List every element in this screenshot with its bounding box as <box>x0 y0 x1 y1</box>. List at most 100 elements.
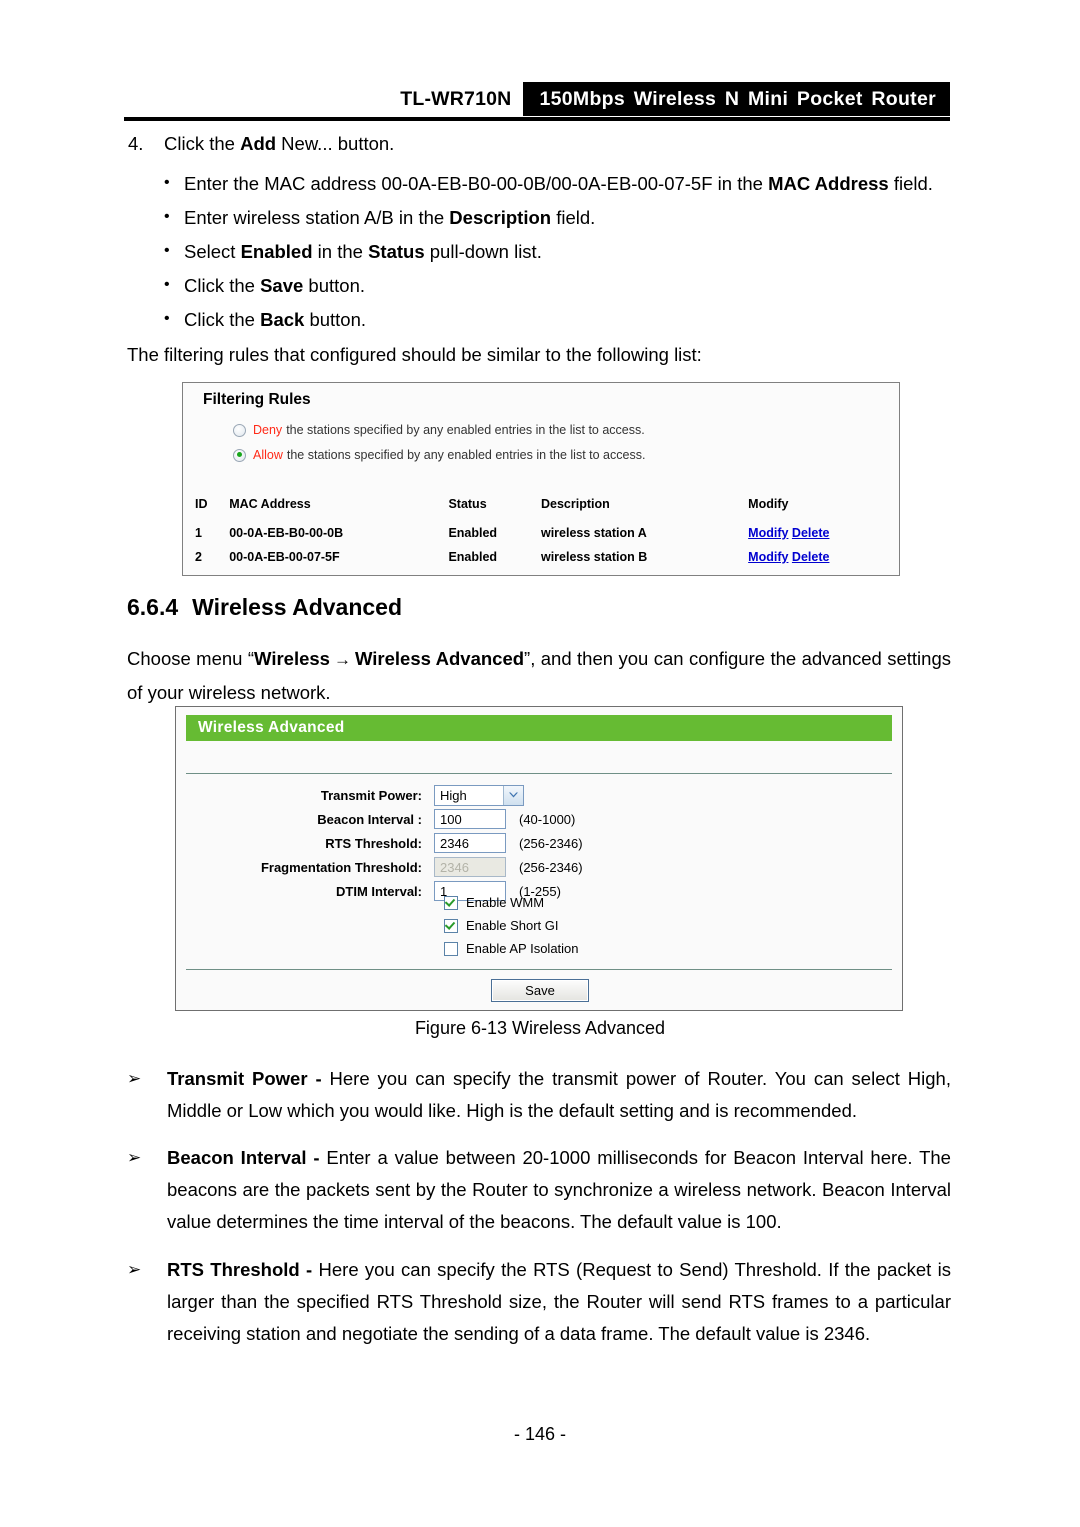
checkbox-enable-wmm-icon[interactable] <box>444 895 458 910</box>
bullet-item-save: Click the Save button. <box>162 273 952 297</box>
field-row-rts-threshold: RTS Threshold: 2346 (256-2346) <box>186 831 892 855</box>
choose-menu-1: Wireless <box>254 648 330 669</box>
document-header: TL-WR710N 150Mbps Wireless N Mini Pocket… <box>124 82 950 116</box>
bullet-3-bold: Save <box>260 275 304 296</box>
input-fragmentation-threshold: 2346 <box>434 857 506 877</box>
cell-id: 1 <box>195 526 202 540</box>
arrow-bullet-icon: ➢ <box>127 1148 142 1168</box>
arrow-bullet-icon: ➢ <box>127 1069 142 1089</box>
label-rts-threshold: RTS Threshold: <box>325 835 422 851</box>
step-number: 4. <box>128 133 144 154</box>
cell-description: wireless station A <box>540 526 647 540</box>
bullet-item-mac: Enter the MAC address 00-0A-EB-B0-00-0B/… <box>162 171 952 195</box>
bullet-2-pre: Select <box>184 241 241 262</box>
checkbox-enable-short-gi-icon[interactable] <box>444 918 458 933</box>
checkbox-enable-ap-isolation-icon[interactable] <box>444 941 458 956</box>
bullet-item-status: Select Enabled in the Status pull-down l… <box>162 239 952 263</box>
label-beacon-interval: Beacon Interval : <box>317 811 422 827</box>
bullet-2-bold: Enabled <box>240 241 313 262</box>
bullet-0-pre: Enter the MAC address <box>184 173 382 194</box>
step-text-before: Click the <box>164 133 241 154</box>
step-bold-add: Add <box>240 133 277 154</box>
modify-link[interactable]: Modify <box>748 526 788 540</box>
filter-rule-option-allow[interactable]: Allow the stations specified by any enab… <box>233 448 645 462</box>
bullet-1-bold: Description <box>449 207 552 228</box>
section-title: Wireless Advanced <box>192 594 403 620</box>
definition-term: Beacon Interval <box>167 1147 307 1168</box>
arrow-bullet-icon: ➢ <box>127 1260 142 1280</box>
col-header-modify: Modify <box>748 497 789 511</box>
cell-status: Enabled <box>448 526 498 540</box>
filtering-rules-panel: Filtering Rules Deny the stations specif… <box>182 382 900 576</box>
radio-deny-icon[interactable] <box>233 423 246 437</box>
cell-description: wireless station B <box>540 550 648 564</box>
bullet-4-pre: Click the <box>184 309 261 330</box>
bullet-list: Enter the MAC address 00-0A-EB-B0-00-0B/… <box>162 171 952 342</box>
filter-rule-keyword-deny: Deny <box>253 423 283 437</box>
col-header-id: ID <box>195 497 208 511</box>
definition-term: RTS Threshold <box>167 1259 300 1280</box>
label-transmit-power: Transmit Power: <box>320 787 422 803</box>
bullet-2-post2: pull-down list. <box>424 241 542 262</box>
definition-beacon-interval: ➢ Beacon Interval - Enter a value betwee… <box>127 1142 951 1238</box>
input-beacon-interval[interactable]: 100 <box>434 809 506 829</box>
choose-pre: Choose menu “ <box>127 648 255 669</box>
filter-rule-option-deny[interactable]: Deny the stations specified by any enabl… <box>233 423 645 437</box>
col-header-description: Description <box>540 497 610 511</box>
cell-status: Enabled <box>448 550 498 564</box>
page-footer: - 146 - <box>513 1424 567 1444</box>
cell-modify: Modify Delete <box>748 521 889 545</box>
table-header-row: ID MAC Address Status Description Modify <box>195 495 889 521</box>
checkbox-row-enable-short-gi[interactable]: Enable Short GI <box>444 914 579 937</box>
filter-rule-text-deny: the stations specified by any enabled en… <box>286 423 645 437</box>
hint-fragmentation-threshold: (256-2346) <box>519 859 583 875</box>
cell-mac: 00-0A-EB-00-07-5F <box>229 550 340 564</box>
select-transmit-power[interactable]: High <box>434 784 524 806</box>
field-row-fragmentation-threshold: Fragmentation Threshold: 2346 (256-2346) <box>186 855 892 879</box>
select-transmit-power-value: High <box>440 787 467 803</box>
section-heading: 6.6.4 Wireless Advanced <box>127 594 402 621</box>
bullet-3-pre: Click the <box>184 275 261 296</box>
hint-beacon-interval: (40-1000) <box>519 811 576 827</box>
wireless-advanced-form: Transmit Power: High Beacon Interval : 1… <box>186 783 892 903</box>
bullet-3-post: button. <box>303 275 366 296</box>
checkbox-row-enable-wmm[interactable]: Enable WMM <box>444 891 579 914</box>
label-fragmentation-threshold: Fragmentation Threshold: <box>260 859 422 875</box>
radio-allow-icon[interactable] <box>233 448 246 462</box>
definition-text: RTS Threshold - Here you can specify the… <box>127 1254 951 1350</box>
bullet-item-back: Click the Back button. <box>162 307 952 331</box>
wireless-advanced-checkboxes: Enable WMM Enable Short GI Enable AP Iso… <box>444 891 579 960</box>
filtering-rules-table: ID MAC Address Status Description Modify… <box>195 495 889 569</box>
delete-link[interactable]: Delete <box>792 526 830 540</box>
bullet-1-post: field. <box>551 207 596 228</box>
input-rts-threshold[interactable]: 2346 <box>434 833 506 853</box>
label-dtim-interval: DTIM Interval: <box>336 883 422 899</box>
save-button[interactable]: Save <box>491 979 589 1002</box>
modify-link[interactable]: Modify <box>748 550 788 564</box>
chevron-down-icon[interactable] <box>503 785 523 805</box>
hint-rts-threshold: (256-2346) <box>519 835 583 851</box>
definition-term: Transmit Power <box>167 1068 308 1089</box>
header-model-name: TL-WR710N <box>400 87 512 110</box>
bullet-0-mac-value: 00-0A-EB-B0-00-0B/00-0A-EB-00-07-5F <box>381 173 713 194</box>
checkbox-label-enable-wmm: Enable WMM <box>466 895 545 910</box>
panel-divider-bottom <box>186 969 892 970</box>
document-page: TL-WR710N 150Mbps Wireless N Mini Pocket… <box>0 0 1080 1527</box>
choose-menu-paragraph: Choose menu “Wireless → Wireless Advanced”… <box>127 642 951 709</box>
definition-dash: - <box>307 1068 330 1089</box>
definition-text: Beacon Interval - Enter a value between … <box>127 1142 951 1238</box>
arrow-right-icon: → <box>333 650 351 669</box>
wireless-advanced-panel-title: Wireless Advanced <box>186 715 892 741</box>
bullet-1-pre: Enter wireless station A/B in the <box>184 207 450 228</box>
bullet-0-post: field. <box>888 173 933 194</box>
intro-paragraph: The filtering rules that configured shou… <box>127 344 702 365</box>
figure-caption: Figure 6-13 Wireless Advanced <box>414 1018 666 1038</box>
definition-transmit-power: ➢ Transmit Power - Here you can specify … <box>127 1063 951 1127</box>
definition-rts-threshold: ➢ RTS Threshold - Here you can specify t… <box>127 1254 951 1350</box>
panel-divider-top <box>186 773 892 774</box>
section-number: 6.6.4 <box>127 594 179 620</box>
checkbox-row-enable-ap-isolation[interactable]: Enable AP Isolation <box>444 937 579 960</box>
save-button-wrapper: Save <box>176 979 904 1002</box>
delete-link[interactable]: Delete <box>792 550 830 564</box>
checkbox-label-enable-ap-isolation: Enable AP Isolation <box>466 941 579 956</box>
